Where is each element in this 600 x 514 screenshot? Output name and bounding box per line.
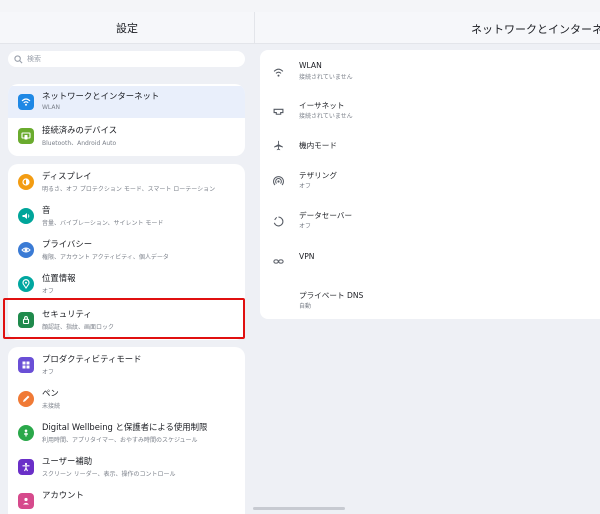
sidebar-item-subtitle: 利用時間、アプリタイマー、おやすみ時間のスケジュール xyxy=(42,437,198,444)
privacy-icon xyxy=(18,242,34,258)
network-item-title: 機内モード xyxy=(299,141,337,150)
gesture-bar[interactable] xyxy=(253,507,345,510)
accessibility-icon xyxy=(18,459,34,475)
sidebar-item-title: 位置情報 xyxy=(42,273,76,283)
sidebar-item-pen[interactable]: ペン 未接続 xyxy=(8,383,245,415)
display-icon xyxy=(18,174,34,190)
sidebar-item-subtitle: WLAN xyxy=(42,104,61,111)
sidebar-item-subtitle: 権限、アカウント アクティビティ、個人データ xyxy=(42,254,169,261)
sidebar-item-location[interactable]: 位置情報 オフ xyxy=(8,268,245,300)
settings-title-text: 設定 xyxy=(116,21,138,35)
search-placeholder: 検索 xyxy=(27,55,41,63)
sidebar-item-subtitle: オフ xyxy=(42,369,55,376)
sidebar-item-title: プライバシー xyxy=(42,239,93,249)
sidebar-item-title: 接続済みのデバイス xyxy=(42,125,118,135)
sidebar-item-subtitle: スクリーン リーダー、表示、操作のコントロール xyxy=(42,471,176,478)
sidebar-item-connected-devices[interactable]: 接続済みのデバイス Bluetooth、Android Auto xyxy=(8,120,245,152)
account-icon xyxy=(18,493,34,509)
sidebar-item-digital-wellbeing[interactable]: Digital Wellbeing と保護者による使用制限 利用時間、アプリタイ… xyxy=(8,417,245,449)
sidebar-item-sound[interactable]: 音 音量、バイブレーション、サイレント モード xyxy=(8,200,245,232)
sidebar-item-accessibility[interactable]: ユーザー補助 スクリーン リーダー、表示、操作のコントロール xyxy=(8,451,245,483)
network-item-title: VPN xyxy=(299,252,315,261)
airplane-icon xyxy=(272,139,284,151)
sidebar-item-network[interactable]: ネットワークとインターネット WLAN xyxy=(8,86,245,118)
devices-icon xyxy=(18,128,34,144)
sidebar-item-title: ディスプレイ xyxy=(42,171,92,181)
sidebar-item-subtitle: 明るさ、オフ プロテクション モード、スマート ローテーション xyxy=(42,186,216,193)
network-settings-panel: WLAN 接続されていません イーサネット 接続されていません 機内モード テザ… xyxy=(260,50,600,319)
network-item-subtitle: 自動 xyxy=(299,303,312,310)
sidebar-item-privacy[interactable]: プライバシー 権限、アカウント アクティビティ、個人データ xyxy=(8,234,245,266)
sidebar-item-subtitle: Bluetooth、Android Auto xyxy=(42,140,117,147)
network-item-vpn[interactable]: VPN xyxy=(260,246,600,276)
status-bar xyxy=(0,0,600,12)
network-item-subtitle: オフ xyxy=(299,223,312,230)
sidebar-item-title: ネットワークとインターネット xyxy=(42,91,160,101)
network-item-title: WLAN xyxy=(299,61,322,70)
data-saver-icon xyxy=(272,215,284,227)
network-item-tethering[interactable]: テザリング オフ xyxy=(260,166,600,196)
sidebar-item-title: プロダクティビティモード xyxy=(42,354,142,364)
network-header-title: ネットワークとインターネット xyxy=(471,23,600,36)
network-item-title: テザリング xyxy=(299,171,337,180)
settings-title: 設定 xyxy=(0,12,254,44)
sidebar-item-subtitle: 未接続 xyxy=(42,403,61,410)
network-item-subtitle: 接続されていません xyxy=(299,113,353,120)
search-input[interactable]: 検索 xyxy=(8,51,245,67)
wifi-icon xyxy=(18,94,34,110)
network-item-title: プライベート DNS xyxy=(299,291,364,300)
wellbeing-icon xyxy=(18,425,34,441)
network-item-subtitle: オフ xyxy=(299,183,312,190)
wifi-icon xyxy=(272,66,284,78)
network-item-data-saver[interactable]: データセーバー オフ xyxy=(260,206,600,236)
network-item-wlan[interactable]: WLAN 接続されていません xyxy=(260,57,600,87)
vpn-icon xyxy=(272,255,284,267)
sidebar-item-productivity[interactable]: プロダクティビティモード オフ xyxy=(8,349,245,381)
network-item-ethernet[interactable]: イーサネット 接続されていません xyxy=(260,96,600,126)
location-icon xyxy=(18,276,34,292)
sidebar-item-title: ユーザー補助 xyxy=(42,456,93,466)
sidebar-item-title: Digital Wellbeing と保護者による使用制限 xyxy=(42,422,208,432)
productivity-icon xyxy=(18,357,34,373)
settings-group-3: プロダクティビティモード オフ ペン 未接続 Digital Wellbeing… xyxy=(8,347,245,514)
sidebar-item-title: アカウント xyxy=(42,490,84,500)
sidebar-item-display[interactable]: ディスプレイ 明るさ、オフ プロテクション モード、スマート ローテーション xyxy=(8,166,245,198)
network-item-subtitle: 接続されていません xyxy=(299,74,353,81)
ethernet-icon xyxy=(272,105,284,117)
sidebar-item-title: ペン xyxy=(42,388,59,398)
hotspot-icon xyxy=(272,175,284,187)
settings-group-1: ネットワークとインターネット WLAN 接続済みのデバイス Bluetooth、… xyxy=(8,84,245,156)
sidebar-item-account[interactable]: アカウント xyxy=(8,485,245,514)
network-item-title: イーサネット xyxy=(299,101,345,110)
sidebar-item-subtitle: 音量、バイブレーション、サイレント モード xyxy=(42,220,164,227)
sound-icon xyxy=(18,208,34,224)
network-item-private-dns[interactable]: プライベート DNS 自動 xyxy=(260,286,600,316)
network-header: ネットワークとインターネット xyxy=(254,12,600,44)
network-item-title: データセーバー xyxy=(299,211,353,220)
search-icon xyxy=(14,54,23,63)
pen-icon xyxy=(18,391,34,407)
network-item-airplane[interactable]: 機内モード xyxy=(260,130,600,160)
sidebar-item-title: 音 xyxy=(42,205,51,215)
sidebar-item-subtitle: オフ xyxy=(42,288,55,295)
security-highlight-box xyxy=(3,298,245,339)
